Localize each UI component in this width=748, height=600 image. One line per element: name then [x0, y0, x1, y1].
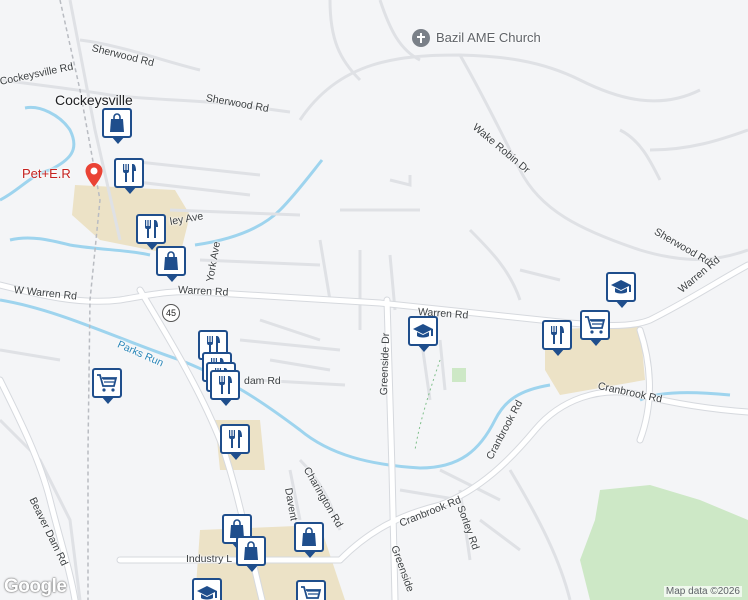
map-attribution[interactable]: Map data ©2026: [663, 586, 742, 597]
restaurant-marker[interactable]: [542, 320, 576, 360]
shopping-bag-icon: [160, 250, 182, 272]
town-label: Cockeysville: [55, 92, 133, 108]
google-logo[interactable]: Google: [4, 576, 67, 598]
restaurant-marker[interactable]: [210, 370, 244, 410]
restaurant-icon: [546, 324, 568, 346]
road-label: Industry L: [186, 553, 233, 565]
restaurant-icon: [118, 162, 140, 184]
shopping-bag-icon: [240, 540, 262, 562]
vet-label[interactable]: Pet+E.R: [22, 166, 71, 181]
grocery-marker[interactable]: [580, 310, 614, 350]
park-area: [452, 368, 466, 382]
restaurant-marker[interactable]: [114, 158, 148, 198]
restaurant-icon: [140, 218, 162, 240]
restaurant-icon: [224, 428, 246, 450]
restaurant-icon: [214, 374, 236, 396]
park-area: [580, 485, 748, 600]
grocery-marker[interactable]: [296, 580, 330, 600]
school-icon: [610, 276, 632, 298]
map-canvas[interactable]: Cockeysville Bazil AME Church Pet+E.R Sh…: [0, 0, 748, 600]
church-label[interactable]: Bazil AME Church: [436, 30, 541, 45]
school-icon: [412, 320, 434, 342]
vet-pin-icon[interactable]: [84, 162, 104, 188]
shopping-marker[interactable]: [236, 536, 270, 576]
grocery-icon: [96, 372, 118, 394]
grocery-marker[interactable]: [92, 368, 126, 408]
shopping-marker[interactable]: [102, 108, 136, 148]
road-label: dam Rd: [244, 375, 281, 387]
grocery-icon: [300, 584, 322, 600]
school-marker[interactable]: [606, 272, 640, 312]
school-icon: [196, 582, 218, 600]
school-marker[interactable]: [192, 578, 226, 600]
shopping-marker[interactable]: [294, 522, 328, 562]
route-45-shield: 45: [162, 304, 180, 322]
shopping-marker[interactable]: [156, 246, 190, 286]
school-marker[interactable]: [408, 316, 442, 356]
grocery-icon: [584, 314, 606, 336]
shopping-bag-icon: [298, 526, 320, 548]
shopping-bag-icon: [106, 112, 128, 134]
church-icon[interactable]: [412, 29, 430, 47]
restaurant-marker[interactable]: [220, 424, 254, 464]
road-label: Greenside Dr: [378, 332, 393, 396]
road-label: Warren Rd: [177, 284, 229, 299]
